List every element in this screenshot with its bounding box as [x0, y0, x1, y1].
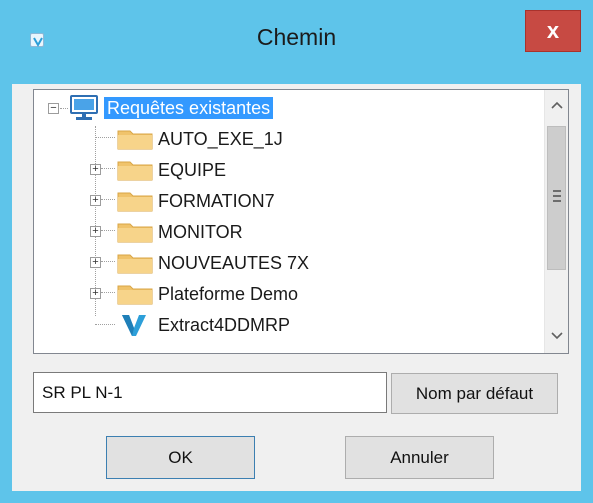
tree-item-label: MONITOR — [158, 222, 243, 242]
tree-item[interactable]: + FORMATION7 — [34, 185, 544, 215]
expand-icon[interactable]: + — [90, 288, 101, 299]
tree-item[interactable]: + NOUVEAUTES 7X — [34, 247, 544, 277]
grip-icon — [553, 200, 561, 202]
collapse-icon[interactable]: − — [48, 103, 59, 114]
tree-item-label: Plateforme Demo — [158, 284, 299, 304]
tree-item[interactable]: Extract4DDMRP — [34, 309, 544, 339]
default-name-button[interactable]: Nom par défaut — [391, 373, 558, 414]
expand-icon[interactable]: + — [90, 257, 101, 268]
title-bar[interactable]: Chemin x — [0, 0, 593, 84]
tree-item-label: EQUIPE — [158, 160, 227, 180]
tree-connector — [60, 108, 68, 109]
cancel-button[interactable]: Annuler — [345, 436, 494, 479]
tree-item[interactable]: + EQUIPE — [34, 154, 544, 184]
expand-icon[interactable]: + — [90, 226, 101, 237]
v-logo-icon — [122, 315, 146, 336]
tree-item-label: Extract4DDMRP — [158, 315, 291, 335]
window-title: Chemin — [256, 24, 337, 50]
close-button[interactable]: x — [525, 10, 581, 52]
scroll-down-icon[interactable] — [545, 324, 568, 348]
folder-icon — [117, 285, 153, 305]
folder-icon — [117, 192, 153, 212]
tree-scrollbar[interactable] — [544, 90, 568, 353]
folder-tree[interactable]: − Requêtes existantes AUTO_EXE_1J + EQUI… — [33, 89, 569, 354]
tree-item[interactable]: + Plateforme Demo — [34, 278, 544, 308]
grip-icon — [553, 190, 561, 192]
tree-item[interactable]: AUTO_EXE_1J — [34, 123, 544, 153]
scroll-up-icon[interactable] — [545, 93, 568, 117]
dialog-window: Chemin x − Requêtes existantes AUTO_EXE_… — [0, 0, 593, 503]
ok-button[interactable]: OK — [106, 436, 255, 479]
tree-item-label: FORMATION7 — [158, 191, 275, 211]
tree-item-label: AUTO_EXE_1J — [158, 129, 283, 149]
expand-icon[interactable]: + — [90, 195, 101, 206]
folder-icon — [117, 254, 153, 274]
tree-item-root[interactable]: − Requêtes existantes — [34, 92, 544, 122]
scroll-thumb[interactable] — [547, 126, 566, 270]
grip-icon — [553, 195, 561, 197]
tree-item[interactable]: + MONITOR — [34, 216, 544, 246]
folder-icon — [117, 161, 153, 181]
folder-icon — [117, 223, 153, 243]
tree-item-label: Requêtes existantes — [104, 97, 274, 119]
tree-item-label: NOUVEAUTES 7X — [158, 253, 310, 273]
expand-icon[interactable]: + — [90, 164, 101, 175]
dialog-body: − Requêtes existantes AUTO_EXE_1J + EQUI… — [12, 84, 581, 491]
computer-icon — [70, 95, 98, 120]
path-name-input[interactable] — [33, 372, 387, 413]
folder-icon — [117, 130, 153, 150]
